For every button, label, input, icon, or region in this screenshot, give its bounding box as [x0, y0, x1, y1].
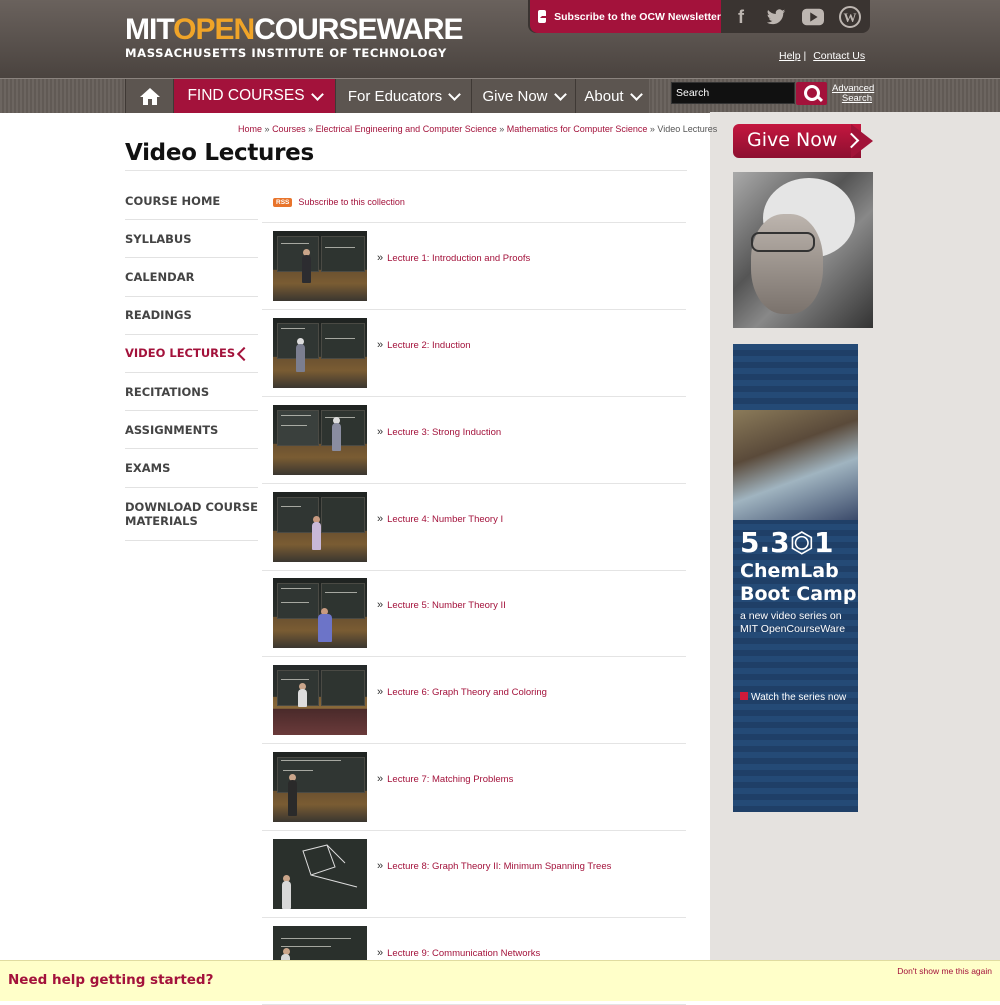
chevron-left-icon [236, 346, 252, 361]
lecture-link[interactable]: » Lecture 4: Number Theory I [377, 513, 503, 525]
breadcrumb-courses[interactable]: Courses [272, 124, 306, 134]
envelope-icon [538, 10, 557, 23]
chevron-down-icon [629, 87, 643, 101]
newsletter-button[interactable]: Subscribe to the OCW Newsletter [530, 0, 721, 33]
lecture-thumbnail[interactable] [273, 231, 367, 301]
chemlab-sub-line1: a new video series on [740, 610, 842, 622]
youtube-icon[interactable] [800, 4, 826, 30]
chemlab-promo[interactable]: 5.3⏣1 ChemLab Boot Camp a new video seri… [733, 344, 858, 812]
course-nav-exams[interactable]: EXAMS [125, 449, 258, 488]
contact-us-link[interactable]: Contact Us [813, 50, 865, 62]
breadcrumb-course[interactable]: Mathematics for Computer Science [507, 124, 648, 134]
page-title: Video Lectures [125, 140, 314, 166]
course-nav-readings[interactable]: READINGS [125, 297, 258, 335]
link-separator: | [803, 50, 807, 62]
course-nav-assignments[interactable]: ASSIGNMENTS [125, 411, 258, 450]
svg-text:W: W [844, 10, 857, 25]
chevron-down-icon [553, 87, 567, 101]
chemlab-photo [733, 410, 858, 520]
nav-for-educators-label: For Educators [347, 87, 443, 105]
chevron-down-icon [310, 87, 324, 101]
nav-give-now[interactable]: Give Now [471, 79, 575, 113]
breadcrumb-current: Video Lectures [657, 124, 718, 134]
search-input[interactable] [671, 82, 795, 104]
lecture-link[interactable]: » Lecture 5: Number Theory II [377, 599, 506, 611]
site-header: MITOPENCOURSEWARE MASSACHUSETTS INSTITUT… [0, 0, 1000, 78]
title-divider [125, 170, 687, 171]
help-bar: Need help getting started? Don't show me… [0, 960, 1000, 1001]
nav-about-label: About [584, 87, 624, 105]
lecture-link[interactable]: » Lecture 8: Graph Theory II: Minimum Spa… [377, 860, 611, 872]
logo-open: OPEN [173, 13, 255, 46]
lecture-item: » Lecture 5: Number Theory II [262, 570, 686, 657]
lecture-thumbnail[interactable] [273, 318, 367, 388]
newsletter-label: Subscribe to the OCW Newsletter [554, 10, 721, 23]
chemlab-name-line1: ChemLab [740, 560, 839, 582]
lecture-item: » Lecture 3: Strong Induction [262, 397, 686, 484]
help-getting-started-link[interactable]: Need help getting started? [8, 972, 213, 988]
nav-home[interactable] [125, 79, 173, 113]
course-nav-home[interactable]: COURSE HOME [125, 182, 258, 221]
lecture-item: » Lecture 1: Introduction and Proofs [262, 223, 686, 310]
lecture-item: » Lecture 2: Induction [262, 310, 686, 397]
lecture-thumbnail[interactable] [273, 405, 367, 475]
give-now-label: Give Now [747, 129, 838, 151]
breadcrumb-department[interactable]: Electrical Engineering and Computer Scie… [316, 124, 497, 134]
ocw-logo[interactable]: MITOPENCOURSEWARE MASSACHUSETTS INSTITUT… [125, 13, 464, 61]
logo-mit: MIT [125, 13, 174, 46]
nav-about[interactable]: About [575, 79, 649, 113]
breadcrumb-home[interactable]: Home [238, 124, 262, 134]
promo-photo[interactable] [733, 172, 873, 328]
chemlab-watch-link[interactable]: Watch the series now [740, 692, 846, 703]
course-nav-syllabus[interactable]: SYLLABUS [125, 220, 258, 259]
dismiss-help-link[interactable]: Don't show me this again [897, 966, 992, 976]
logo-courseware: COURSEWARE [254, 13, 463, 46]
advanced-search-link[interactable]: Advanced Search [832, 84, 874, 103]
course-nav-video-lectures[interactable]: VIDEO LECTURES [125, 335, 258, 373]
lecture-thumbnail[interactable] [273, 578, 367, 648]
lecture-item: » Lecture 6: Graph Theory and Coloring [262, 657, 686, 744]
chemlab-course-number: 5.3⏣1 [740, 526, 834, 559]
rss-icon: RSS [273, 198, 293, 207]
play-icon [740, 692, 748, 700]
nav-find-courses-label: FIND COURSES [187, 87, 305, 104]
twitter-icon[interactable] [763, 4, 789, 30]
chevron-down-icon [448, 87, 461, 101]
lecture-thumbnail[interactable] [273, 665, 367, 735]
lecture-link[interactable]: » Lecture 7: Matching Problems [377, 773, 513, 785]
nav-for-educators[interactable]: For Educators [335, 79, 471, 113]
facebook-icon[interactable]: f [728, 4, 754, 30]
lecture-link[interactable]: » Lecture 6: Graph Theory and Coloring [377, 686, 547, 698]
rss-subscribe[interactable]: RSS Subscribe to this collection [273, 197, 405, 207]
help-link[interactable]: Help [779, 50, 801, 62]
nav-find-courses[interactable]: FIND COURSES [173, 79, 335, 113]
lecture-item: » Lecture 4: Number Theory I [262, 484, 686, 571]
lecture-item: » Lecture 7: Matching Problems [262, 744, 686, 831]
lecture-thumbnail[interactable] [273, 839, 367, 909]
chemlab-sub-line2: MIT OpenCourseWare [740, 623, 846, 635]
course-nav-download[interactable]: DOWNLOAD COURSE MATERIALS [125, 488, 258, 541]
lecture-thumbnail[interactable] [273, 752, 367, 822]
nav-give-now-label: Give Now [482, 87, 548, 105]
chemlab-name-line2: Boot Camp [740, 583, 857, 605]
lecture-item: » Lecture 8: Graph Theory II: Minimum Spa… [262, 831, 686, 918]
course-nav-recitations[interactable]: RECITATIONS [125, 373, 258, 412]
lecture-link[interactable]: » Lecture 9: Communication Networks [377, 947, 540, 959]
lecture-link[interactable]: » Lecture 3: Strong Induction [377, 426, 501, 438]
course-nav: COURSE HOME SYLLABUS CALENDAR READINGS V… [125, 182, 258, 541]
lecture-link[interactable]: » Lecture 2: Induction [377, 339, 471, 351]
lecture-thumbnail[interactable] [273, 492, 367, 562]
utility-links: Help | Contact Us [779, 50, 865, 62]
breadcrumb: Home » Courses » Electrical Engineering … [238, 124, 718, 134]
rss-subscribe-label: Subscribe to this collection [298, 197, 405, 207]
home-icon [139, 87, 160, 105]
search-button[interactable] [796, 82, 827, 105]
lecture-link[interactable]: » Lecture 1: Introduction and Proofs [377, 252, 530, 264]
wordpress-icon[interactable]: W [837, 4, 863, 30]
course-nav-calendar[interactable]: CALENDAR [125, 258, 258, 297]
give-now-banner[interactable]: Give Now [733, 124, 873, 158]
logo-subtitle: MASSACHUSETTS INSTITUTE OF TECHNOLOGY [125, 46, 447, 60]
